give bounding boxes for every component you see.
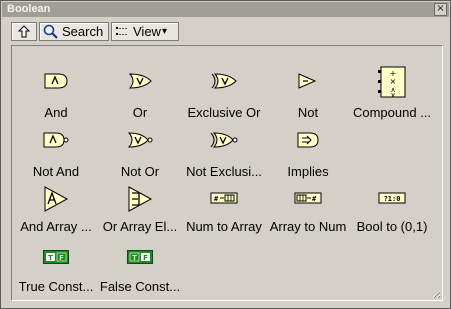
palette-item-bool-to-01[interactable]: ?1:0 Bool to (0,1) (350, 191, 434, 247)
view-button[interactable]: View ▾ (111, 22, 179, 41)
boolean-palette-window: Boolean × Search View ▾ And Or Exclusive… (0, 0, 451, 309)
true-constant-icon: T F (43, 250, 69, 264)
item-label: Bool to (0,1) (356, 219, 428, 234)
svg-text:F: F (143, 254, 148, 262)
palette-item-implies[interactable]: Implies (266, 131, 350, 187)
palette-item-compound[interactable]: + × ∧ ∨ Compound ... (350, 66, 434, 122)
item-label: Implies (287, 164, 329, 179)
or-array-icon (128, 186, 153, 212)
resize-grip-icon[interactable] (431, 289, 441, 299)
palette-item-array-to-num[interactable]: # Array to Num (266, 191, 350, 247)
palette-item-nor[interactable]: Not Or (98, 131, 182, 187)
palette-item-nand[interactable]: Not And (14, 131, 98, 187)
item-label: Array to Num (269, 219, 347, 234)
search-button[interactable]: Search (39, 22, 109, 41)
nor-gate-icon (127, 132, 153, 148)
up-level-button[interactable] (11, 22, 37, 41)
item-label: Not Exclusi... (186, 164, 262, 179)
item-label: Exclusive Or (187, 105, 261, 120)
svg-text:×: × (390, 77, 397, 86)
palette-item-not[interactable]: Not (266, 72, 350, 128)
and-array-icon (44, 186, 69, 212)
svg-text:?1:0: ?1:0 (384, 195, 401, 203)
view-list-icon (116, 26, 127, 35)
palette-toolbar: Search View ▾ (11, 22, 179, 41)
palette-item-true-constant[interactable]: T F True Const... (14, 250, 98, 306)
item-label: Not Or (120, 164, 160, 179)
nand-gate-icon (43, 132, 69, 148)
item-label: Not (297, 105, 319, 120)
item-label: Num to Array (186, 219, 262, 234)
palette-item-xor[interactable]: Exclusive Or (182, 72, 266, 128)
palette-item-and[interactable]: And (14, 72, 98, 128)
chevron-down-icon: ▾ (161, 26, 167, 37)
palette-item-and-array[interactable]: And Array ... (14, 186, 98, 242)
item-label: Or Array El... (102, 219, 178, 234)
bool-to-01-icon: ?1:0 (378, 192, 406, 204)
window-title: Boolean (7, 3, 51, 15)
svg-text:F: F (59, 254, 64, 262)
item-label: And Array ... (20, 219, 92, 234)
up-arrow-icon (18, 25, 30, 38)
xnor-gate-icon (210, 132, 238, 148)
implies-icon (297, 132, 319, 148)
xor-gate-icon (211, 73, 237, 89)
item-label: And (44, 105, 68, 120)
compound-arithmetic-icon: + × ∧ ∨ (378, 66, 406, 98)
palette-item-or-array[interactable]: Or Array El... (98, 186, 182, 242)
and-gate-icon (44, 73, 68, 89)
false-constant-icon: T F (127, 250, 153, 264)
item-label: Compound ... (352, 105, 432, 120)
search-icon (43, 24, 58, 39)
svg-text:T: T (132, 254, 137, 262)
or-gate-icon (128, 73, 152, 89)
item-label: Not And (32, 164, 80, 179)
item-label: False Const... (99, 279, 181, 294)
view-label: View (133, 24, 161, 39)
palette-item-false-constant[interactable]: T F False Const... (98, 250, 182, 306)
not-gate-icon (298, 73, 317, 89)
num-to-array-icon: # (210, 192, 238, 204)
svg-text:∨: ∨ (390, 91, 395, 98)
palette-item-or[interactable]: Or (98, 72, 182, 128)
palette-item-xnor[interactable]: Not Exclusi... (182, 131, 266, 187)
item-label: Or (132, 105, 148, 120)
svg-text:T: T (48, 254, 53, 262)
palette-item-num-to-array[interactable]: # Num to Array (182, 191, 266, 247)
array-to-num-icon: # (294, 192, 322, 204)
title-bar[interactable]: Boolean × (2, 2, 449, 17)
palette-panel: And Or Exclusive Or Not + × ∧ ∨ Compound… (11, 45, 443, 301)
item-label: True Const... (18, 279, 94, 294)
close-button[interactable]: × (434, 3, 447, 16)
search-label: Search (62, 24, 104, 39)
